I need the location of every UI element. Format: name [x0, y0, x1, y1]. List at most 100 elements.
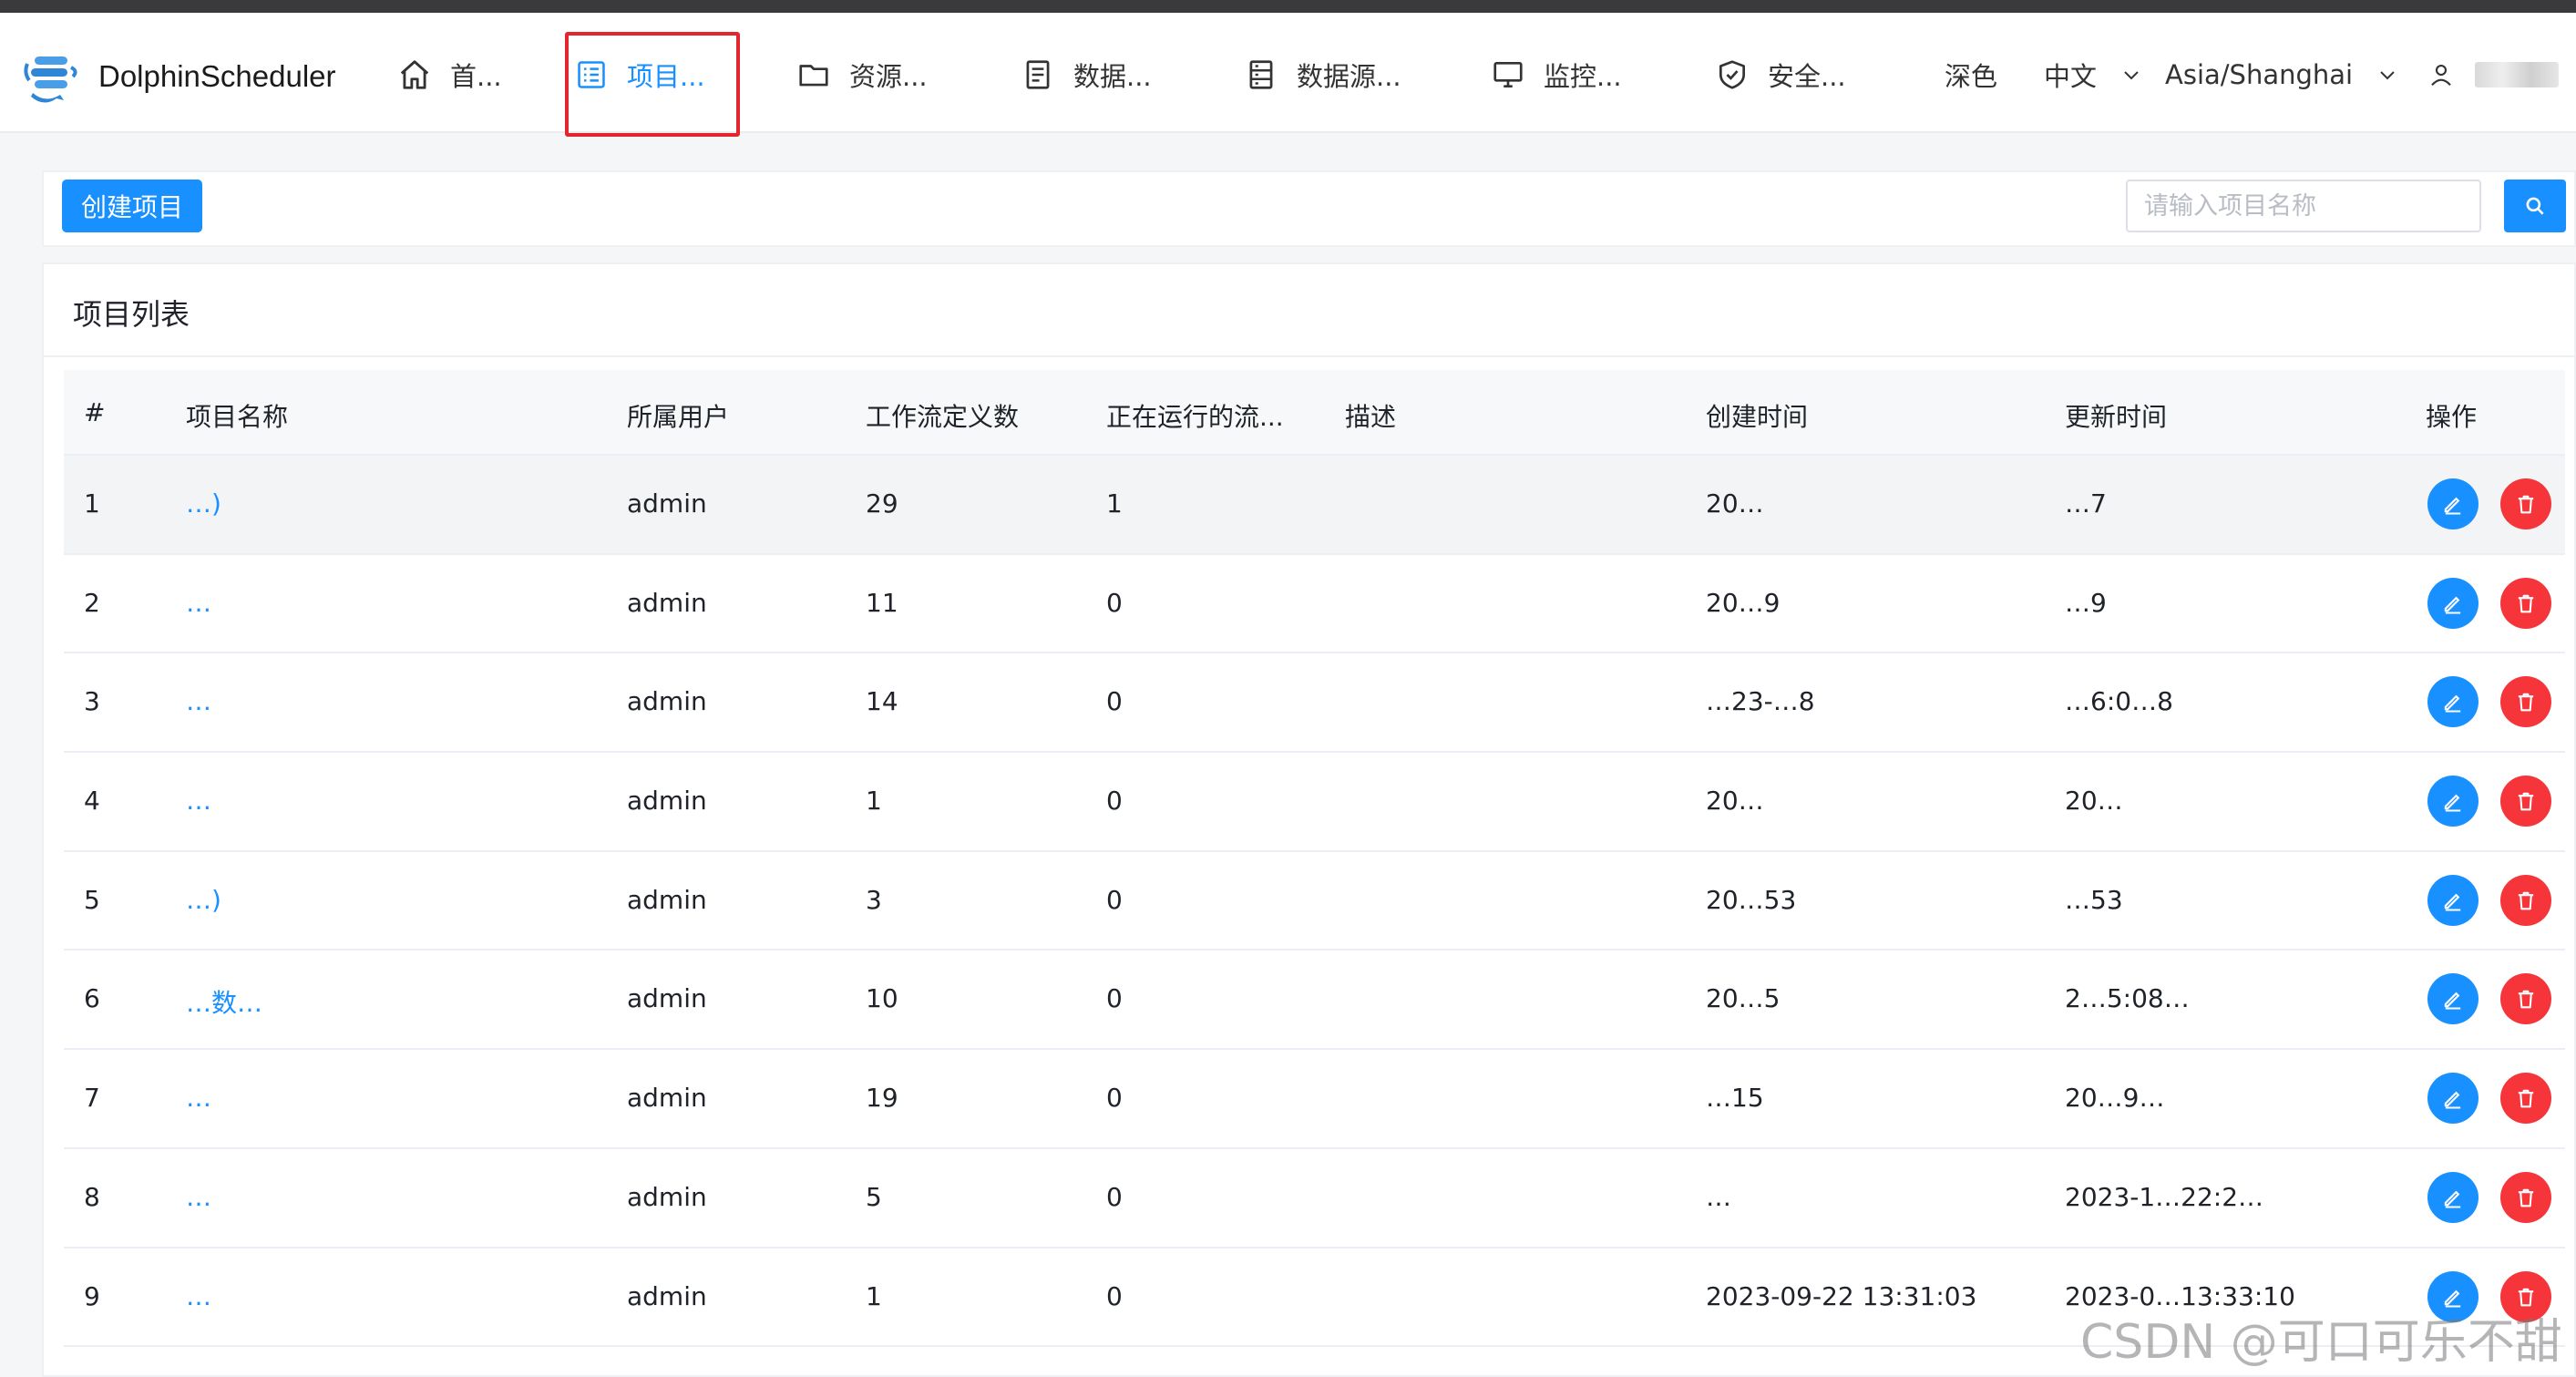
- nav-resource-label: 资源...: [849, 61, 928, 92]
- row-created-time: 20…53: [1706, 884, 1797, 915]
- row-index: 2: [84, 587, 100, 618]
- row-owner: admin: [627, 983, 707, 1014]
- delete-button[interactable]: [2500, 1073, 2551, 1125]
- row-running-count: 0: [1106, 1083, 1123, 1114]
- delete-icon: [2518, 694, 2534, 712]
- row-actions: [2427, 973, 2551, 1025]
- row-created-time: …: [1706, 1181, 1731, 1212]
- edit-button[interactable]: [2427, 1171, 2479, 1223]
- nav-datasource[interactable]: 数据源...: [1244, 55, 1401, 95]
- row-updated-time: …6:0…8: [2065, 686, 2173, 717]
- monitor-icon: [1493, 61, 1523, 88]
- edit-button[interactable]: [2427, 874, 2479, 926]
- nav-data[interactable]: 数据...: [1021, 55, 1152, 95]
- timezone-select[interactable]: Asia/Shanghai: [2165, 55, 2398, 95]
- header-description: 描述: [1345, 402, 1397, 432]
- project-name-link[interactable]: …): [186, 885, 221, 915]
- table-row: 4 … admin 1 0 20… 20…: [64, 753, 2565, 852]
- row-updated-time: …53: [2065, 884, 2123, 915]
- row-updated-time: 2…5:08…: [2065, 983, 2190, 1014]
- home-icon: [400, 60, 429, 89]
- delete-icon: [2518, 792, 2534, 811]
- row-updated-time: 2023-1…22:2…: [2065, 1181, 2264, 1212]
- delete-button[interactable]: [2500, 973, 2551, 1025]
- row-owner: admin: [627, 686, 707, 717]
- row-workflow-count: 10: [866, 983, 898, 1014]
- row-created-time: …23-…8: [1706, 686, 1815, 717]
- user-menu[interactable]: [2427, 55, 2559, 95]
- active-nav-highlight: [565, 32, 740, 137]
- nav-monitor[interactable]: 监控...: [1491, 55, 1622, 95]
- app-logo[interactable]: DolphinScheduler: [20, 40, 336, 113]
- edit-icon: [2444, 596, 2461, 614]
- nav-data-label: 数据...: [1073, 61, 1152, 92]
- row-owner: admin: [627, 1181, 707, 1212]
- table-row: 7 … admin 19 0 …15 20…9…: [64, 1050, 2565, 1149]
- project-search-input[interactable]: [2126, 180, 2481, 232]
- row-running-count: 0: [1106, 786, 1123, 817]
- edit-button[interactable]: [2427, 973, 2479, 1025]
- nav-home-label: 首...: [450, 61, 502, 92]
- row-workflow-count: 1: [866, 1280, 882, 1311]
- delete-icon: [2518, 1089, 2534, 1108]
- search-button[interactable]: [2504, 180, 2566, 232]
- table-row: 1 …) admin 29 1 20… …7: [64, 456, 2565, 555]
- edit-icon: [2444, 1091, 2461, 1109]
- project-name-link[interactable]: …: [186, 1083, 211, 1113]
- project-name-link[interactable]: …): [186, 488, 221, 519]
- project-name-link[interactable]: …: [186, 786, 211, 816]
- row-owner: admin: [627, 488, 707, 519]
- timezone-label: Asia/Shanghai: [2165, 59, 2354, 90]
- language-select[interactable]: 中文: [2044, 55, 2142, 95]
- row-owner: admin: [627, 786, 707, 817]
- app-name: DolphinScheduler: [98, 59, 336, 93]
- row-actions: [2427, 776, 2551, 827]
- row-index: 5: [84, 884, 100, 915]
- chevron-down-icon: [2124, 71, 2139, 80]
- table-row: 5 …) admin 3 0 20…53 …53: [64, 851, 2565, 951]
- project-name-link[interactable]: …: [186, 588, 211, 618]
- delete-button[interactable]: [2500, 577, 2551, 629]
- delete-button[interactable]: [2500, 478, 2551, 529]
- row-index: 9: [84, 1280, 100, 1311]
- document-icon: [1026, 60, 1050, 89]
- row-index: 3: [84, 686, 100, 717]
- project-name-link[interactable]: …: [186, 1182, 211, 1212]
- row-running-count: 0: [1106, 1181, 1123, 1212]
- header-index: #: [84, 397, 106, 427]
- project-name-link[interactable]: …数…: [186, 983, 262, 1020]
- row-actions: [2427, 1171, 2551, 1223]
- delete-button[interactable]: [2500, 776, 2551, 827]
- user-icon: [2431, 64, 2451, 86]
- row-running-count: 1: [1106, 488, 1123, 519]
- row-updated-time: 20…9…: [2065, 1083, 2165, 1114]
- delete-button[interactable]: [2500, 874, 2551, 926]
- delete-button[interactable]: [2500, 1171, 2551, 1223]
- project-name-link[interactable]: …: [186, 686, 211, 716]
- edit-button[interactable]: [2427, 676, 2479, 728]
- row-index: 1: [84, 488, 100, 519]
- edit-button[interactable]: [2427, 1073, 2479, 1125]
- row-created-time: 2023-09-22 13:31:03: [1706, 1280, 1977, 1311]
- delete-button[interactable]: [2500, 676, 2551, 728]
- edit-icon: [2444, 992, 2461, 1010]
- nav-resource[interactable]: 资源...: [796, 55, 928, 95]
- row-created-time: 20…5: [1706, 983, 1781, 1014]
- toolbar: 创建项目: [42, 170, 2576, 247]
- row-index: 4: [84, 786, 100, 817]
- table-row: 6 …数… admin 10 0 20…5 2…5:08…: [64, 951, 2565, 1051]
- nav-security[interactable]: 安全...: [1715, 55, 1846, 95]
- edit-button[interactable]: [2427, 478, 2479, 529]
- create-project-button[interactable]: 创建项目: [62, 180, 202, 232]
- edit-button[interactable]: [2427, 577, 2479, 629]
- nav-home[interactable]: 首...: [397, 55, 502, 95]
- theme-toggle[interactable]: 深色: [1945, 55, 1997, 95]
- row-workflow-count: 1: [866, 786, 882, 817]
- table-body: 1…) admin 29 1 20… …7 2… admin 11 0 20…9 …9 3… admin 1…: [64, 456, 2565, 1348]
- row-running-count: 0: [1106, 686, 1123, 717]
- project-name-link[interactable]: …: [186, 1281, 211, 1311]
- nav-monitor-label: 监控...: [1544, 61, 1622, 92]
- header-updated: 更新时间: [2065, 402, 2168, 432]
- row-running-count: 0: [1106, 884, 1123, 915]
- edit-button[interactable]: [2427, 776, 2479, 827]
